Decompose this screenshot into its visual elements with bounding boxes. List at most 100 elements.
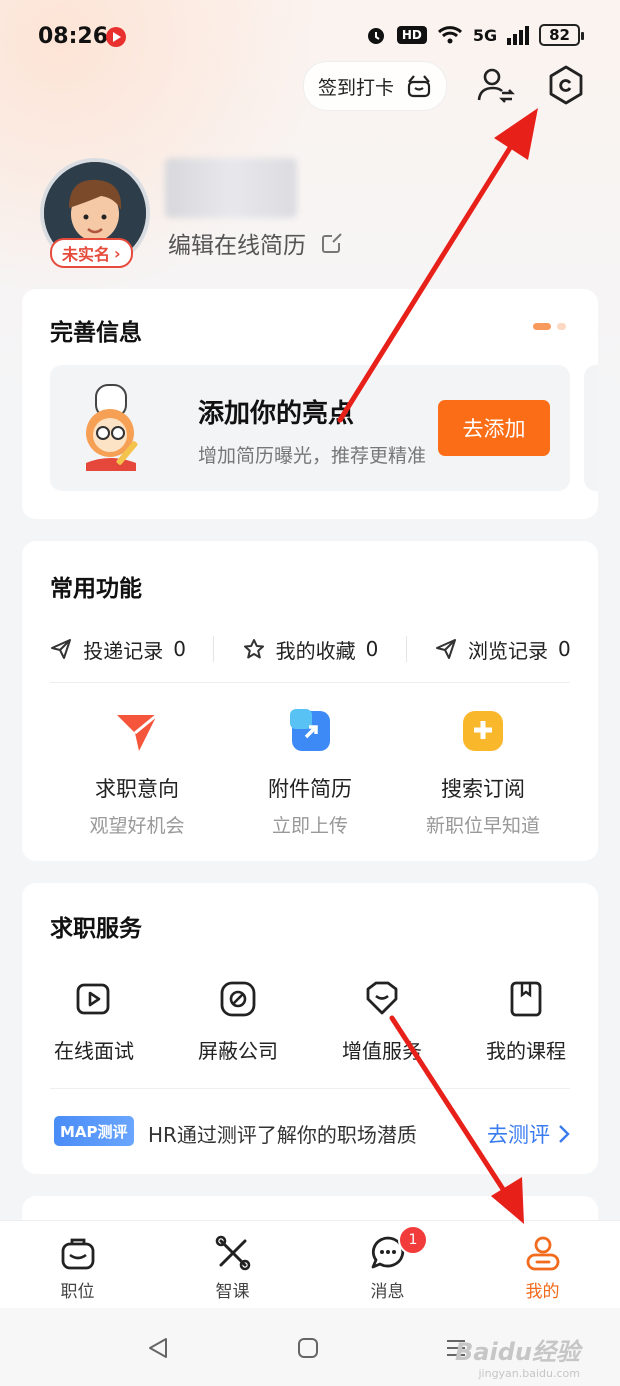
signin-label: 签到打卡 <box>317 76 394 99</box>
screen-record-icon <box>106 27 126 47</box>
network-label: 5G <box>472 25 498 45</box>
add-highlight-banner[interactable]: 添加你的亮点 增加简历曝光，推荐更精准 去添加 <box>50 365 570 491</box>
edit-resume-link[interactable]: 编辑在线简历 <box>168 226 344 260</box>
tab-smart-course-label: 智课 <box>215 1282 250 1302</box>
delivery-records-link[interactable]: 投递记录 0 <box>22 635 213 664</box>
common-functions-card: 常用功能 投递记录 0 我的收藏 0 浏览记录 0 求职意向 观望好机会 附件简… <box>22 541 598 861</box>
mascot-illustration <box>86 384 138 471</box>
course-icon <box>510 981 542 1017</box>
paper-plane-icon <box>435 639 456 659</box>
block-company-icon <box>220 981 256 1017</box>
carousel-indicator <box>533 323 566 330</box>
job-services-card: 求职服务 在线面试 屏蔽公司 增值服务 我的课程 MAP测评 HR通过测评了解你… <box>22 883 598 1174</box>
system-navigation-bar: Baidu经验 jingyan.baidu.com <box>0 1308 620 1386</box>
my-favorites-count: 0 <box>365 637 379 661</box>
wifi-icon <box>437 26 462 44</box>
search-subscribe-icon <box>463 711 503 751</box>
gift-box-icon <box>407 75 431 98</box>
next-banner-peek <box>584 365 598 491</box>
tab-messages-label: 消息 <box>370 1282 405 1302</box>
status-time: 08:26 <box>38 24 109 49</box>
signin-button[interactable]: 签到打卡 <box>303 61 447 111</box>
tab-jobs-label: 职位 <box>60 1282 95 1302</box>
hd-icon: HD <box>396 26 427 44</box>
browse-history-link[interactable]: 浏览记录 0 <box>407 635 598 664</box>
my-favorites-link[interactable]: 我的收藏 0 <box>214 635 405 664</box>
attachment-resume-name: 附件简历 <box>268 777 352 801</box>
carousel-dot-active <box>533 323 551 330</box>
complete-info-title: 完善信息 <box>50 320 142 346</box>
add-highlight-title: 添加你的亮点 <box>198 399 355 429</box>
divider <box>50 1088 570 1089</box>
job-services-title: 求职服务 <box>50 916 142 942</box>
online-interview-entry[interactable]: 在线面试 <box>22 979 166 1064</box>
map-assessment-text: HR通过测评了解你的职场潜质 <box>148 1123 417 1147</box>
edit-icon <box>322 233 342 253</box>
job-intent-sub: 观望好机会 <box>89 815 185 837</box>
chevron-right-icon: › <box>114 243 121 263</box>
switch-identity-icon[interactable] <box>475 64 517 106</box>
home-icon[interactable] <box>296 1336 320 1360</box>
map-assessment-tag: MAP测评 <box>54 1116 134 1146</box>
chevron-right-icon <box>559 1125 570 1143</box>
video-interview-icon <box>76 983 110 1015</box>
attachment-resume-entry[interactable]: 附件简历 立即上传 <box>223 707 397 838</box>
tab-mine[interactable]: 我的 <box>465 1221 620 1309</box>
status-bar: 08:26 HD 5G 82 <box>0 0 620 76</box>
job-intent-entry[interactable]: 求职意向 观望好机会 <box>50 707 224 838</box>
my-courses-entry[interactable]: 我的课程 <box>454 979 598 1064</box>
battery-icon: 82 <box>539 24 584 46</box>
block-company-name: 屏蔽公司 <box>198 1039 278 1063</box>
my-favorites-label: 我的收藏 <box>275 638 356 663</box>
verify-badge[interactable]: 未实名 › <box>50 238 133 268</box>
smart-course-icon <box>215 1235 250 1271</box>
add-highlight-button[interactable]: 去添加 <box>438 400 550 456</box>
search-subscribe-entry[interactable]: 搜索订阅 新职位早知道 <box>396 707 570 838</box>
search-subscribe-sub: 新职位早知道 <box>425 815 540 837</box>
tab-jobs[interactable]: 职位 <box>0 1221 155 1309</box>
search-subscribe-name: 搜索订阅 <box>441 777 525 801</box>
tab-mine-label: 我的 <box>525 1282 560 1302</box>
user-name-blurred <box>165 158 297 218</box>
briefcase-icon <box>61 1238 94 1270</box>
status-icons: HD 5G 82 <box>365 24 584 46</box>
back-icon[interactable] <box>146 1336 170 1360</box>
watermark-url: jingyan.baidu.com <box>478 1367 580 1380</box>
delivery-records-count: 0 <box>173 637 187 661</box>
signal-icon <box>507 26 530 45</box>
watermark-text: Baidu经验 <box>455 1338 580 1366</box>
delivery-records-label: 投递记录 <box>83 638 164 663</box>
common-functions-title: 常用功能 <box>50 576 142 602</box>
bottom-tab-bar: 职位 智课 消息 1 我的 <box>0 1220 620 1309</box>
profile-icon <box>526 1236 559 1271</box>
paper-plane-icon <box>51 639 72 659</box>
tab-smart-course[interactable]: 智课 <box>155 1221 310 1309</box>
browse-history-label: 浏览记录 <box>467 638 548 663</box>
browse-history-count: 0 <box>557 637 571 661</box>
value-added-name: 增值服务 <box>342 1039 422 1063</box>
block-company-entry[interactable]: 屏蔽公司 <box>166 979 310 1064</box>
my-courses-name: 我的课程 <box>486 1039 566 1063</box>
add-highlight-subtitle: 增加简历曝光，推荐更精准 <box>198 445 427 467</box>
divider <box>50 682 570 683</box>
map-assessment-link-label: 去测评 <box>487 1123 550 1147</box>
unread-badge: 1 <box>398 1225 428 1255</box>
quick-records-row: 投递记录 0 我的收藏 0 浏览记录 0 <box>22 627 598 671</box>
value-added-entry[interactable]: 增值服务 <box>310 979 454 1064</box>
tab-messages[interactable]: 消息 1 <box>310 1221 465 1309</box>
attachment-resume-sub: 立即上传 <box>271 815 348 837</box>
map-assessment-link[interactable]: 去测评 <box>487 1119 570 1149</box>
star-icon <box>243 639 264 659</box>
value-added-icon <box>366 981 398 1015</box>
alarm-icon <box>367 28 384 44</box>
edit-resume-label: 编辑在线简历 <box>168 233 306 259</box>
job-intent-icon <box>117 713 158 751</box>
complete-info-card: 完善信息 添加你的亮点 增加简历曝光，推荐更精准 去添加 <box>22 289 598 519</box>
carousel-dot <box>557 323 566 330</box>
job-intent-name: 求职意向 <box>95 777 179 801</box>
online-interview-name: 在线面试 <box>54 1039 134 1063</box>
settings-icon[interactable] <box>545 64 587 106</box>
baidu-watermark: Baidu经验 jingyan.baidu.com <box>455 1332 580 1380</box>
attachment-resume-icon <box>290 709 330 751</box>
verify-label: 未实名 <box>62 245 111 264</box>
